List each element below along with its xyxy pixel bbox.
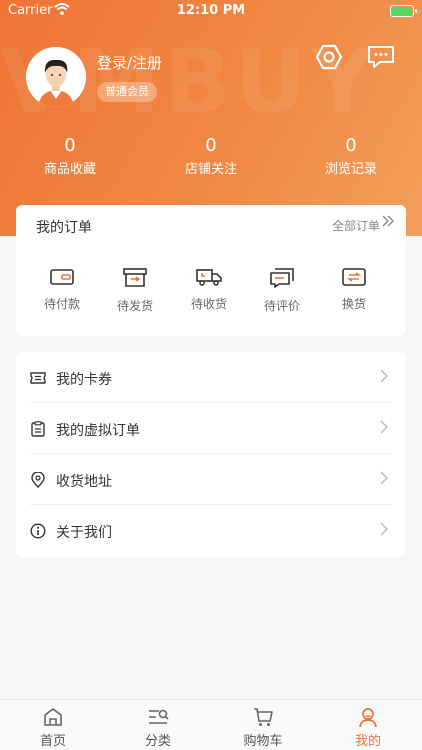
- info-icon: [30, 523, 46, 539]
- stat-favorites[interactable]: 0 商品收藏: [0, 135, 140, 178]
- tab-cart[interactable]: 购物车: [228, 706, 298, 749]
- tab-bar: 首页 分类 购物车 我的: [0, 699, 422, 750]
- header-background: VMBUY: [0, 0, 422, 236]
- tab-label: 首页: [39, 734, 66, 749]
- menu-item-label: 我的卡券: [56, 372, 112, 388]
- order-exchange[interactable]: 换货: [319, 267, 389, 312]
- menu-card: 我的卡券 我的虚拟订单 收货地址 关于我们: [16, 352, 406, 557]
- order-pending-receipt[interactable]: 待收货: [174, 267, 244, 312]
- order-status-label: 待评价: [263, 299, 300, 313]
- category-search-icon: [149, 709, 169, 724]
- truck-icon: [196, 269, 222, 286]
- stat-value: 0: [64, 135, 76, 156]
- stat-value: 0: [205, 135, 217, 156]
- user-icon: [359, 708, 377, 728]
- tab-label: 购物车: [243, 734, 283, 749]
- tab-category[interactable]: 分类: [123, 706, 193, 749]
- menu-item-shipping-address[interactable]: 收货地址: [16, 454, 406, 505]
- settings-icon[interactable]: [314, 42, 344, 72]
- tab-home[interactable]: 首页: [18, 706, 88, 749]
- chevron-right-icon: [380, 522, 388, 540]
- ticket-icon: [30, 372, 46, 384]
- double-chevron-right-icon[interactable]: [382, 214, 394, 232]
- member-level-badge: 普通会员: [97, 82, 157, 102]
- menu-item-label: 收货地址: [56, 474, 112, 490]
- menu-item-coupons[interactable]: 我的卡券: [16, 352, 406, 403]
- comment-icon: [270, 268, 294, 288]
- exchange-icon: [342, 268, 366, 286]
- chevron-right-icon: [380, 369, 388, 387]
- menu-item-about-us[interactable]: 关于我们: [16, 505, 406, 556]
- stat-value: 0: [345, 135, 357, 156]
- clipboard-icon: [31, 421, 45, 437]
- tab-label: 分类: [144, 734, 171, 749]
- order-status-label: 换货: [341, 297, 366, 311]
- order-pending-review[interactable]: 待评价: [247, 267, 317, 314]
- chevron-right-icon: [380, 420, 388, 438]
- tab-mine[interactable]: 我的: [333, 706, 403, 749]
- menu-item-label: 关于我们: [56, 525, 112, 541]
- stat-browse-history[interactable]: 0 浏览记录: [281, 135, 421, 178]
- order-status-label: 待付款: [43, 297, 80, 311]
- battery-icon: [390, 5, 417, 17]
- clock: 12:10 PM: [176, 3, 246, 18]
- wallet-icon: [50, 269, 74, 285]
- menu-item-virtual-orders[interactable]: 我的虚拟订单: [16, 403, 406, 454]
- order-status-label: 待收货: [190, 297, 227, 311]
- box-icon: [123, 268, 147, 287]
- stat-label: 商品收藏: [43, 162, 96, 177]
- stat-followed-shops[interactable]: 0 店铺关注: [141, 135, 281, 178]
- order-status-label: 待发货: [116, 299, 153, 313]
- orders-title: 我的订单: [36, 220, 92, 236]
- menu-item-label: 我的虚拟订单: [56, 423, 140, 439]
- cart-icon: [254, 708, 273, 726]
- status-bar: Carrier 12:10 PM: [0, 0, 422, 22]
- order-pending-payment[interactable]: 待付款: [27, 267, 97, 312]
- chevron-right-icon: [380, 471, 388, 489]
- stat-label: 店铺关注: [184, 162, 237, 177]
- tab-label: 我的: [354, 734, 381, 749]
- location-pin-icon: [31, 472, 45, 488]
- stat-label: 浏览记录: [324, 162, 377, 177]
- message-icon[interactable]: [366, 42, 396, 72]
- login-register-link[interactable]: 登录/注册: [97, 52, 162, 73]
- home-icon: [44, 708, 62, 726]
- order-pending-shipment[interactable]: 待发货: [100, 267, 170, 314]
- avatar[interactable]: [26, 47, 86, 107]
- all-orders-link[interactable]: 全部订单: [332, 217, 380, 234]
- my-orders-card: 我的订单 全部订单 待付款 待发货 待收货 待评价 换货: [16, 205, 406, 336]
